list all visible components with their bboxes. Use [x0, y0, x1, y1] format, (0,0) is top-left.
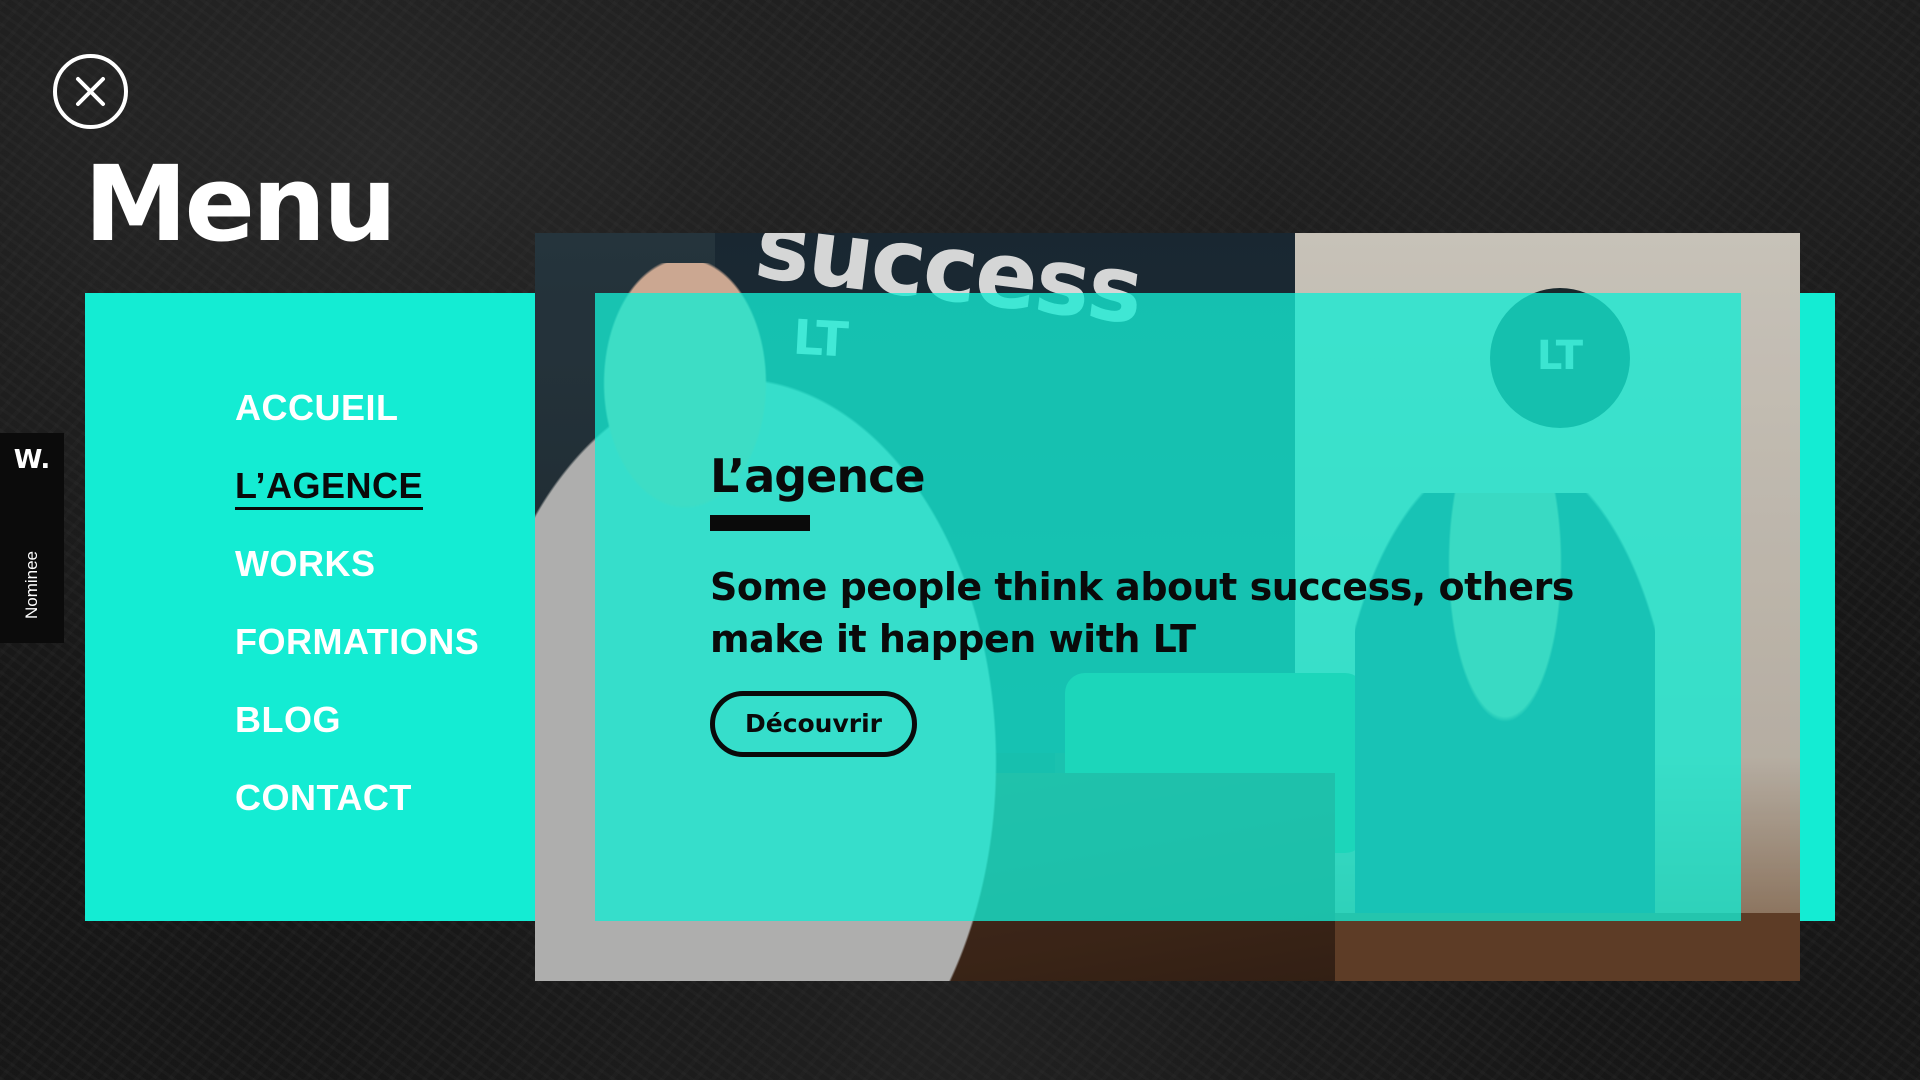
title-underline [710, 515, 810, 531]
preview-description: Some people think about success, others … [710, 565, 1574, 661]
nav-item-contact[interactable]: CONTACT [235, 775, 479, 853]
menu-overlay: Menu ACCUEIL L’AGENCE WORKS FORMATIONS B… [0, 0, 1920, 1080]
nav-item-label: FORMATIONS [235, 621, 480, 662]
menu-title: Menu [84, 143, 397, 265]
nav-item-blog[interactable]: BLOG [235, 697, 479, 775]
nav-item-agence[interactable]: L’AGENCE [235, 463, 479, 541]
awards-nominee-badge[interactable]: W. Nominee [0, 433, 64, 643]
nav-item-formations[interactable]: FORMATIONS [235, 619, 479, 697]
nav-item-label: ACCUEIL [235, 387, 399, 428]
nav-item-label: L’AGENCE [235, 465, 424, 510]
main-nav: ACCUEIL L’AGENCE WORKS FORMATIONS BLOG C… [235, 385, 479, 853]
nav-item-accueil[interactable]: ACCUEIL [235, 385, 479, 463]
nav-item-label: CONTACT [235, 777, 412, 818]
preview-card: L’agence Some people think about success… [595, 293, 1741, 921]
nominee-label: Nominee [22, 550, 41, 620]
preview-title: L’agence [710, 449, 926, 503]
close-icon [76, 77, 105, 106]
awards-logo: W. [13, 445, 51, 475]
discover-button[interactable]: Découvrir [710, 691, 917, 757]
nav-item-works[interactable]: WORKS [235, 541, 479, 619]
nav-item-label: BLOG [235, 699, 341, 740]
nav-item-label: WORKS [235, 543, 376, 584]
close-button[interactable] [53, 54, 128, 129]
